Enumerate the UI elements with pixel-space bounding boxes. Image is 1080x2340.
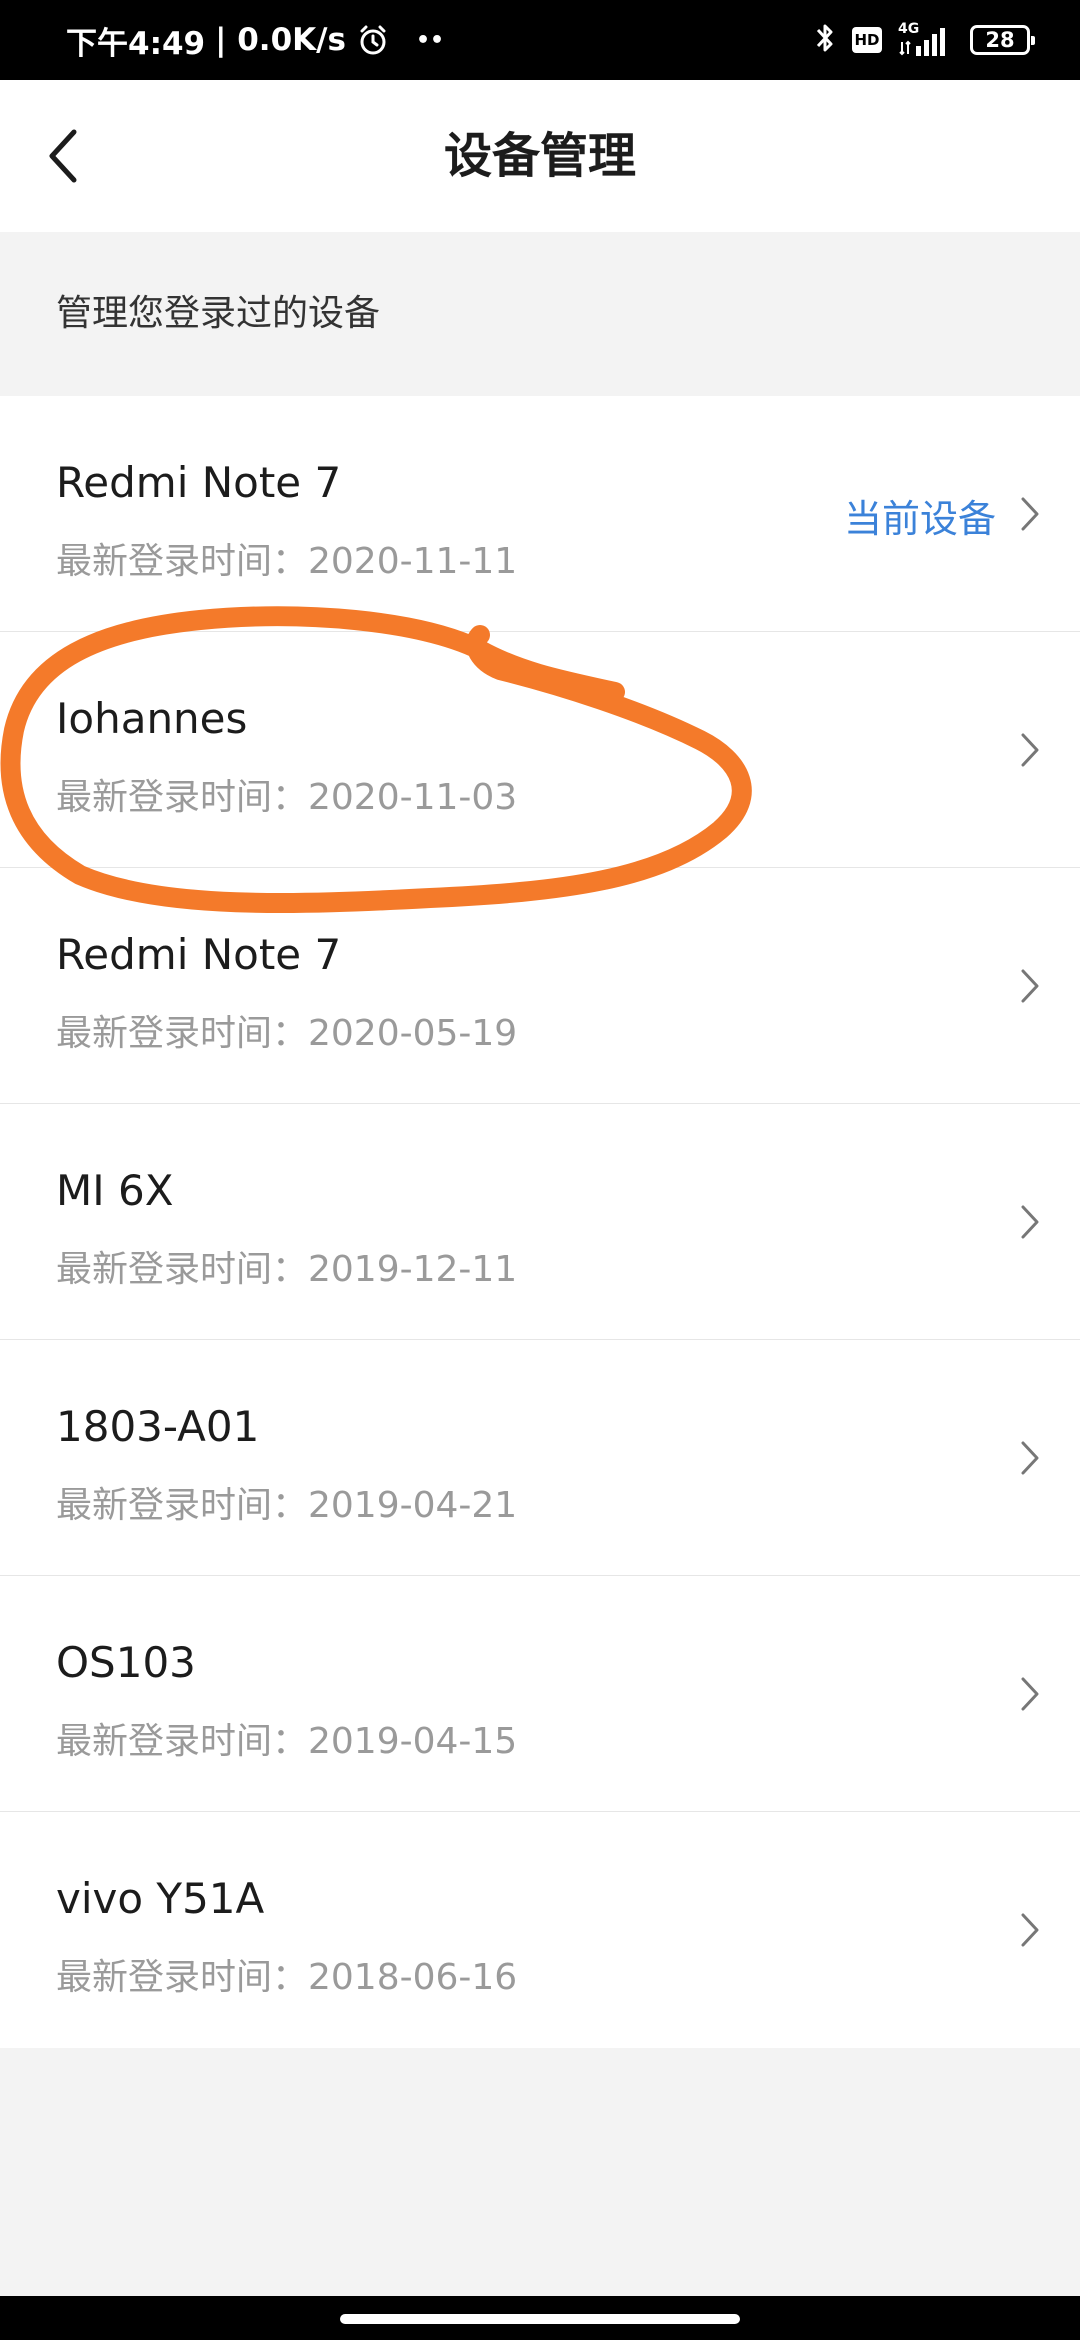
device-login-time: 最新登录时间：2019-04-21 xyxy=(56,1485,518,1526)
hd-icon: HD xyxy=(852,27,882,53)
device-name: Redmi Note 7 xyxy=(56,930,342,979)
chevron-right-icon xyxy=(1010,1908,1050,1952)
device-name: OS103 xyxy=(56,1638,196,1687)
chevron-right-icon xyxy=(1010,492,1050,536)
network-speed: | 0.0K/s xyxy=(215,22,346,58)
bluetooth-icon xyxy=(814,21,836,59)
device-login-time: 最新登录时间：2019-04-15 xyxy=(56,1721,518,1762)
device-item[interactable]: 1803-A01 最新登录时间：2019-04-21 xyxy=(0,1340,1080,1576)
device-item[interactable]: OS103 最新登录时间：2019-04-15 xyxy=(0,1576,1080,1812)
nav-bar: 设备管理 xyxy=(0,80,1080,232)
section-hint: 管理您登录过的设备 xyxy=(0,232,1080,396)
chevron-right-icon xyxy=(1010,1200,1050,1244)
more-dots: •• xyxy=(415,27,445,53)
chevron-right-icon xyxy=(1010,1436,1050,1480)
section-hint-text: 管理您登录过的设备 xyxy=(56,293,381,334)
battery-icon: 28 xyxy=(970,25,1035,55)
device-item[interactable]: Redmi Note 7 最新登录时间：2020-05-19 xyxy=(0,868,1080,1104)
page-title: 设备管理 xyxy=(443,128,636,184)
device-item[interactable]: Iohannes 最新登录时间：2020-11-03 xyxy=(0,632,1080,868)
current-device-tag: 当前设备 xyxy=(843,497,996,541)
chevron-right-icon xyxy=(1010,728,1050,772)
back-button[interactable] xyxy=(24,116,104,196)
home-indicator[interactable] xyxy=(340,2314,740,2324)
status-left: 下午4:49 | 0.0K/s •• xyxy=(66,0,444,80)
chevron-right-icon xyxy=(1010,1672,1050,1716)
signal-icon: 4G xyxy=(898,22,954,58)
alarm-icon xyxy=(356,23,390,57)
device-name: MI 6X xyxy=(56,1166,174,1215)
gesture-area xyxy=(0,2296,1080,2340)
device-name: Iohannes xyxy=(56,694,248,743)
status-right: HD 4G 28 xyxy=(814,0,1035,80)
device-login-time: 最新登录时间：2018-06-16 xyxy=(56,1957,518,1998)
device-item[interactable]: MI 6X 最新登录时间：2019-12-11 xyxy=(0,1104,1080,1340)
device-login-time: 最新登录时间：2020-11-11 xyxy=(56,541,518,582)
device-login-time: 最新登录时间：2020-11-03 xyxy=(56,777,518,818)
chevron-left-icon xyxy=(49,129,77,183)
status-time: 下午4:49 xyxy=(66,25,206,62)
device-list: Redmi Note 7 最新登录时间：2020-11-11 当前设备 Ioha… xyxy=(0,396,1080,2048)
device-login-time: 最新登录时间：2020-05-19 xyxy=(56,1013,518,1054)
status-bar: 下午4:49 | 0.0K/s •• HD 4G 28 xyxy=(0,0,1080,80)
device-name: Redmi Note 7 xyxy=(56,458,342,507)
device-name: 1803-A01 xyxy=(56,1402,260,1451)
device-login-time: 最新登录时间：2019-12-11 xyxy=(56,1249,518,1290)
device-item[interactable]: vivo Y51A 最新登录时间：2018-06-16 xyxy=(0,1812,1080,2048)
device-name: vivo Y51A xyxy=(56,1874,265,1923)
chevron-right-icon xyxy=(1010,964,1050,1008)
device-item[interactable]: Redmi Note 7 最新登录时间：2020-11-11 当前设备 xyxy=(0,396,1080,632)
